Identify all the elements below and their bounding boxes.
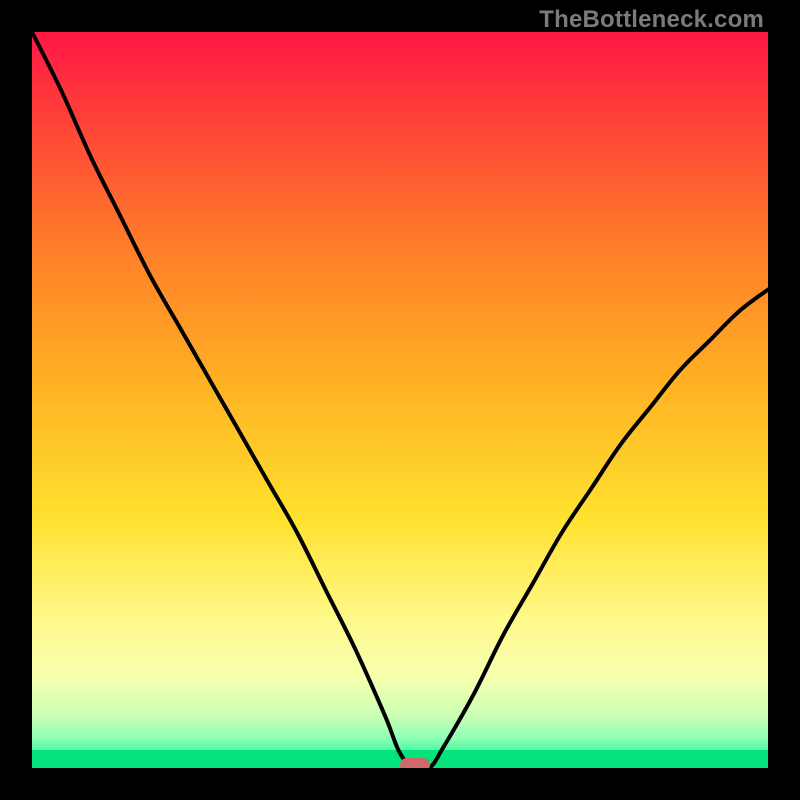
chart-frame: TheBottleneck.com — [0, 0, 800, 800]
gradient-background — [32, 32, 768, 768]
minimum-marker — [400, 758, 430, 768]
watermark-text: TheBottleneck.com — [539, 6, 764, 34]
plot-area — [32, 32, 768, 768]
